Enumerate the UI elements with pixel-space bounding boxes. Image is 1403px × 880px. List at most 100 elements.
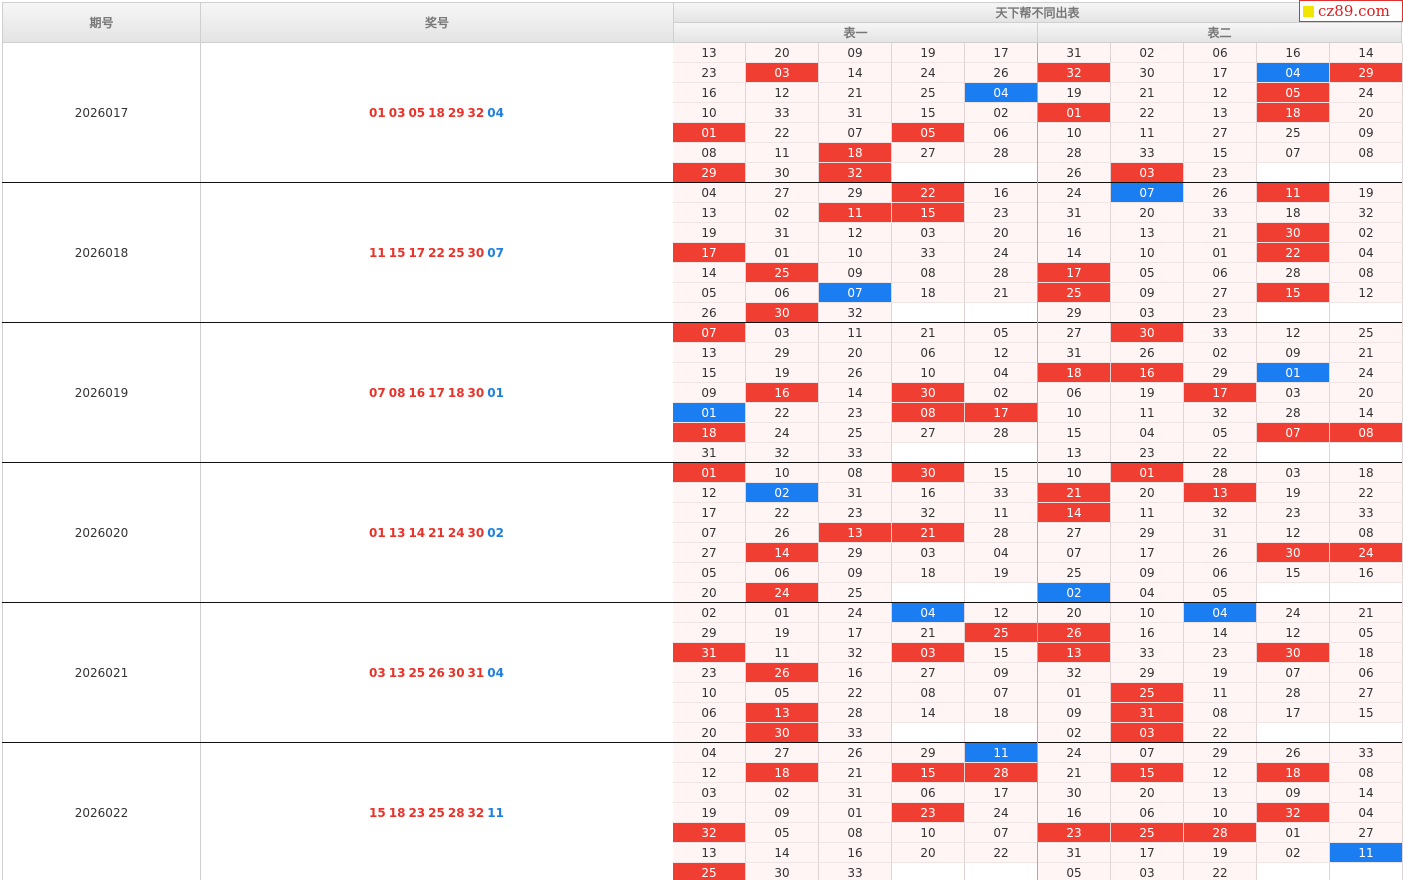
table2-cell: 32 — [1257, 803, 1330, 823]
table2-cell: 10 — [1111, 243, 1184, 263]
table2-cell: 30 — [1111, 323, 1184, 343]
table1-cell: 30 — [892, 383, 965, 403]
table1-cell: 13 — [746, 703, 819, 723]
table2-cell: 19 — [1038, 83, 1111, 103]
table2-cell: 25 — [1330, 323, 1403, 343]
table2-cell: 23 — [1038, 823, 1111, 843]
table1-cell: 07 — [673, 523, 746, 543]
table2-cell: 16 — [1257, 43, 1330, 63]
table1-cell: 02 — [965, 103, 1038, 123]
table1-cell: 30 — [746, 723, 819, 743]
table2-cell: 09 — [1257, 783, 1330, 803]
table1-cell: 33 — [819, 443, 892, 463]
table2-cell: 31 — [1184, 523, 1257, 543]
winning-numbers: 11 15 17 22 25 30 07 — [200, 183, 674, 323]
table1-cell: 17 — [965, 783, 1038, 803]
table2-cell: 32 — [1184, 503, 1257, 523]
table2-cell: 30 — [1257, 223, 1330, 243]
table1-cell: 24 — [965, 243, 1038, 263]
table1-cell: 08 — [892, 683, 965, 703]
table1-cell — [892, 863, 965, 880]
table1-cell: 18 — [746, 763, 819, 783]
winning-numbers: 01 03 05 18 29 32 04 — [200, 43, 674, 183]
table1-cell: 19 — [746, 363, 819, 383]
table1-cell: 03 — [746, 323, 819, 343]
table2-cell: 02 — [1111, 43, 1184, 63]
table1-cell: 30 — [746, 163, 819, 183]
site-logo[interactable]: cz89.com — [1299, 0, 1403, 22]
table2-cell: 12 — [1257, 523, 1330, 543]
table2-cell: 15 — [1111, 763, 1184, 783]
table1-cell: 18 — [892, 283, 965, 303]
table1-cell: 03 — [892, 223, 965, 243]
table1-cell: 02 — [746, 783, 819, 803]
table2-cell: 28 — [1184, 463, 1257, 483]
table2-cell: 12 — [1257, 623, 1330, 643]
table2-cell: 31 — [1038, 203, 1111, 223]
table1-cell: 31 — [673, 443, 746, 463]
red-ball-number: 24 — [447, 526, 465, 540]
table2-cell: 26 — [1111, 343, 1184, 363]
table2-cell: 26 — [1184, 543, 1257, 563]
table2-cell — [1330, 723, 1403, 743]
table2-cell: 01 — [1111, 463, 1184, 483]
table2-cell: 21 — [1111, 83, 1184, 103]
table2-cell — [1257, 303, 1330, 323]
table1-cell: 03 — [673, 783, 746, 803]
table1-cell: 26 — [819, 363, 892, 383]
table2-cell: 24 — [1038, 183, 1111, 203]
table2-cell: 16 — [1111, 363, 1184, 383]
table1-cell: 23 — [673, 63, 746, 83]
table2-cell: 05 — [1330, 623, 1403, 643]
table1-cell: 05 — [673, 563, 746, 583]
table2-cell: 22 — [1184, 863, 1257, 880]
table2-cell: 13 — [1184, 103, 1257, 123]
red-ball-number: 08 — [388, 386, 406, 400]
table2-cell: 17 — [1184, 63, 1257, 83]
table2-cell: 28 — [1038, 143, 1111, 163]
table2-cell: 01 — [1184, 243, 1257, 263]
table2-cell: 04 — [1111, 423, 1184, 443]
table2-cell: 21 — [1330, 343, 1403, 363]
winning-numbers: 01 13 14 21 24 30 02 — [200, 463, 674, 603]
table1-cell: 28 — [965, 263, 1038, 283]
table2-cell: 03 — [1111, 723, 1184, 743]
header-winning-numbers: 奖号 — [200, 2, 674, 43]
table1-cell: 24 — [892, 63, 965, 83]
red-ball-number: 18 — [428, 106, 445, 120]
table1-cell: 06 — [892, 343, 965, 363]
table1-cell: 25 — [673, 863, 746, 880]
table1-cell: 07 — [965, 823, 1038, 843]
table1-cell: 04 — [965, 363, 1038, 383]
table1-cell: 33 — [892, 243, 965, 263]
issue-number: 2026019 — [2, 323, 201, 463]
table2-cell: 25 — [1257, 123, 1330, 143]
table2-cell: 15 — [1330, 703, 1403, 723]
table1-cell: 17 — [819, 623, 892, 643]
table1-cell: 13 — [819, 523, 892, 543]
table2-cell: 10 — [1038, 463, 1111, 483]
table1-cell — [965, 163, 1038, 183]
header-issue: 期号 — [2, 2, 201, 43]
table2-cell: 04 — [1184, 603, 1257, 623]
table2-cell: 29 — [1038, 303, 1111, 323]
table2-cell: 32 — [1330, 203, 1403, 223]
table1-cell: 02 — [965, 383, 1038, 403]
table1-cell: 13 — [673, 843, 746, 863]
table1-cell: 09 — [819, 563, 892, 583]
table2-cell: 32 — [1184, 403, 1257, 423]
table1-cell: 27 — [892, 663, 965, 683]
red-ball-number: 29 — [447, 106, 465, 120]
table1-cell: 22 — [746, 403, 819, 423]
table1-cell: 11 — [819, 203, 892, 223]
table2-cell: 26 — [1257, 743, 1330, 763]
table2-cell: 29 — [1111, 523, 1184, 543]
table2-cell: 03 — [1111, 303, 1184, 323]
table1-cell: 18 — [892, 563, 965, 583]
table2-cell: 18 — [1257, 763, 1330, 783]
red-ball-number: 07 — [369, 386, 386, 400]
winning-numbers: 07 08 16 17 18 30 01 — [200, 323, 674, 463]
table2-cell: 04 — [1330, 243, 1403, 263]
table1-cell: 17 — [673, 503, 746, 523]
table2-cell — [1257, 163, 1330, 183]
